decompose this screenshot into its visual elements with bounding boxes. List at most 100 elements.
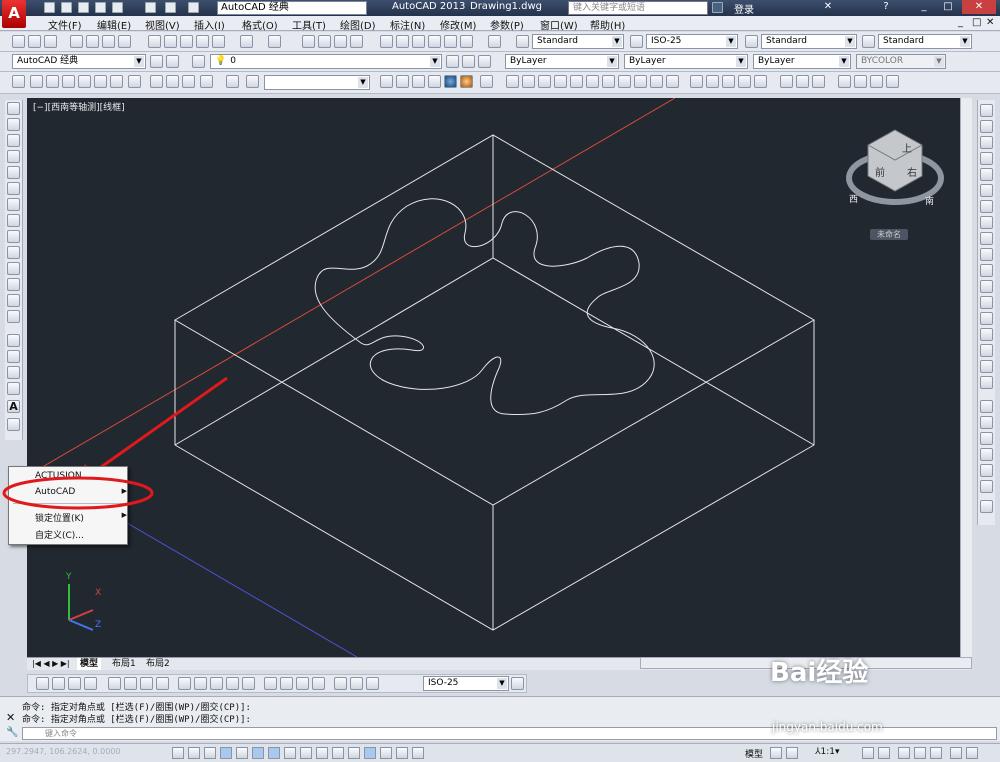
menu-file[interactable]: 文件(F)	[48, 17, 82, 32]
cloud-icon[interactable]	[118, 35, 131, 48]
make-current-layer-icon[interactable]	[446, 55, 459, 68]
planar-surface-icon[interactable]	[618, 75, 631, 88]
text-front-icon[interactable]	[980, 464, 993, 477]
extend-icon[interactable]	[980, 264, 993, 277]
stretch-icon[interactable]	[980, 232, 993, 245]
xline-icon[interactable]	[7, 118, 20, 131]
transparency-icon[interactable]	[348, 747, 360, 759]
top-view-icon[interactable]	[30, 75, 43, 88]
clean-screen-icon[interactable]	[966, 747, 978, 759]
gradient-icon[interactable]	[7, 350, 20, 363]
quick-properties-icon[interactable]	[364, 747, 376, 759]
doc-restore-button[interactable]: □	[972, 17, 981, 28]
open-icon[interactable]	[61, 2, 72, 13]
dim-style-icon[interactable]	[630, 35, 643, 48]
properties-icon[interactable]	[380, 35, 393, 48]
sw-iso-icon[interactable]	[128, 75, 141, 88]
draworder-icon[interactable]	[980, 500, 993, 513]
new-icon[interactable]	[44, 2, 55, 13]
ellipse-icon[interactable]	[7, 246, 20, 259]
mirror-icon[interactable]	[980, 136, 993, 149]
blend-icon[interactable]	[980, 360, 993, 373]
point-icon[interactable]	[7, 310, 20, 323]
visual-style-3d-wire-icon[interactable]	[396, 75, 409, 88]
mtext-icon[interactable]: A	[7, 400, 20, 413]
model-space-button[interactable]: 模型	[745, 747, 763, 760]
array-icon[interactable]	[980, 168, 993, 181]
ordinate-icon[interactable]	[84, 677, 97, 690]
object-snap-tracking-icon[interactable]	[284, 747, 296, 759]
exchange-icon[interactable]: ✕	[818, 0, 838, 14]
se-iso-icon[interactable]	[150, 75, 163, 88]
cylinder-icon[interactable]	[538, 75, 551, 88]
menu-help[interactable]: 帮助(H)	[590, 17, 625, 32]
dim-style-combo[interactable]: ISO-25 ▼	[646, 34, 738, 49]
bottom-view-icon[interactable]	[46, 75, 59, 88]
selection-cycling-icon[interactable]	[380, 747, 392, 759]
cut-icon[interactable]	[148, 35, 161, 48]
zoom-window-icon[interactable]	[334, 35, 347, 48]
quick-dim-icon[interactable]	[178, 677, 191, 690]
dim-break-icon[interactable]	[242, 677, 255, 690]
revcloud-icon[interactable]	[7, 214, 20, 227]
open-file-icon[interactable]	[28, 35, 41, 48]
3d-array-icon[interactable]	[886, 75, 899, 88]
multileader-style-combo[interactable]: Standard ▼	[878, 34, 972, 49]
layer-manager-icon[interactable]	[166, 55, 179, 68]
close-command-icon[interactable]: ✕	[6, 711, 15, 724]
break-icon[interactable]	[980, 296, 993, 309]
annotation-scale[interactable]: ⅄1:1▾	[815, 747, 840, 757]
qnew-icon[interactable]	[12, 35, 25, 48]
menu-edit[interactable]: 编辑(E)	[97, 17, 131, 32]
back-view-icon[interactable]	[110, 75, 123, 88]
radius-dim-icon[interactable]	[108, 677, 121, 690]
plotstyle-combo[interactable]: BYCOLOR ▼	[856, 54, 946, 69]
visual-style-manager-icon[interactable]	[480, 75, 493, 88]
compass-west-label[interactable]: 西	[849, 192, 858, 205]
hardware-accel-icon[interactable]	[930, 747, 942, 759]
table-icon[interactable]	[7, 382, 20, 395]
zoom-realtime-icon[interactable]	[318, 35, 331, 48]
doc-close-button[interactable]: ✕	[986, 17, 994, 28]
named-views-icon[interactable]	[12, 75, 25, 88]
menu-dimension[interactable]: 标注(N)	[390, 17, 425, 32]
layer-match-icon[interactable]	[478, 55, 491, 68]
polyline-icon[interactable]	[7, 134, 20, 147]
viewcube-top-label[interactable]: 上	[902, 140, 912, 155]
workspace-switch-icon[interactable]	[898, 747, 910, 759]
zoom-icon[interactable]	[246, 75, 259, 88]
help-icon[interactable]: ?	[876, 0, 896, 14]
union-icon[interactable]	[780, 75, 793, 88]
revolve-icon[interactable]	[690, 75, 703, 88]
draworder-front-icon[interactable]	[980, 400, 993, 413]
front-view-icon[interactable]	[94, 75, 107, 88]
table-style-combo[interactable]: Standard ▼	[761, 34, 857, 49]
login-link[interactable]: 登录	[734, 1, 754, 16]
dim-style-dialog-icon[interactable]	[511, 677, 524, 690]
loft-icon[interactable]	[706, 75, 719, 88]
linetype-combo[interactable]: ByLayer ▼	[624, 54, 748, 69]
publish-icon[interactable]	[112, 2, 123, 13]
quick-view-icon[interactable]	[412, 747, 424, 759]
binoculars-icon[interactable]	[712, 2, 723, 13]
region-icon[interactable]	[7, 366, 20, 379]
line-icon[interactable]	[7, 102, 20, 115]
block-editor-icon[interactable]	[212, 35, 225, 48]
nw-iso-icon[interactable]	[182, 75, 195, 88]
pyramid-icon[interactable]	[602, 75, 615, 88]
linear-dim-icon[interactable]	[36, 677, 49, 690]
left-view-icon[interactable]	[62, 75, 75, 88]
scale-icon[interactable]	[980, 216, 993, 229]
copy-icon[interactable]	[164, 35, 177, 48]
erase-icon[interactable]	[980, 104, 993, 117]
polar-tracking-icon[interactable]	[236, 747, 248, 759]
zoom-previous-icon[interactable]	[350, 35, 363, 48]
3d-osnap-icon[interactable]	[268, 747, 280, 759]
sphere-icon[interactable]	[522, 75, 535, 88]
right-view-icon[interactable]	[78, 75, 91, 88]
tab-layout1[interactable]: 布局1	[109, 658, 139, 670]
presspull-icon[interactable]	[650, 75, 663, 88]
minimize-button[interactable]: _	[914, 0, 934, 14]
text-style-icon[interactable]	[516, 35, 529, 48]
center-mark-icon[interactable]	[280, 677, 293, 690]
